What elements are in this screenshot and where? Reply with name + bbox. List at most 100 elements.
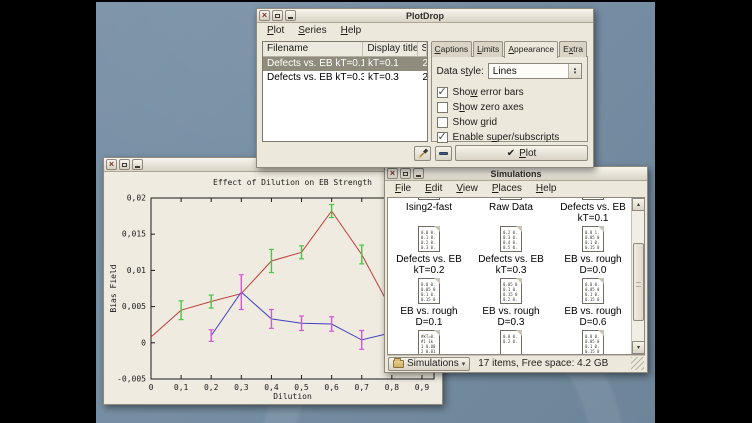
checkbox-row[interactable]: Enable super/subscripts (437, 130, 582, 145)
x-tick-label: 0,7 (355, 383, 370, 392)
resize-grip[interactable] (631, 357, 644, 370)
scroll-up-icon[interactable]: ▴ (632, 198, 645, 211)
chart-series-red-line (151, 211, 386, 337)
file-item[interactable]: 0.2 0. 0.3 0. 0.4 0. 0.5 0. Raw Data (470, 198, 552, 224)
tab-extra[interactable]: Extra (559, 41, 587, 57)
window-title: PlotDrop (257, 11, 593, 21)
x-tick-label: 0,3 (234, 383, 249, 392)
simulations-menu-view[interactable]: View (449, 183, 485, 194)
checkbox-row[interactable]: Show error bars (437, 85, 582, 100)
file-item[interactable]: 0.0 0. 0.05 0 0.1 0. 0.15 0 EB vs. rough … (552, 276, 631, 328)
checkbox-checked-icon[interactable] (437, 132, 448, 143)
file-view: 0.0 0. 0.1 0. 0.2 0. 0.3 0.Ising2-fast0.… (387, 197, 645, 355)
maximize-icon[interactable] (119, 159, 130, 170)
simulations-menu-edit[interactable]: Edit (418, 183, 449, 194)
plotdrop-menubar: PlotSeriesHelp (257, 23, 593, 38)
vertical-scrollbar[interactable]: ▴ ▾ (631, 198, 644, 354)
document-icon: 0.0 0. 0.05 0 0.1 0. 0.15 0 (418, 278, 440, 304)
x-tick-label: 0,6 (324, 383, 339, 392)
tab-captions[interactable]: Captions (431, 41, 473, 57)
tab-appearance[interactable]: Appearance (504, 41, 558, 58)
chevron-down-icon: ▾ (462, 360, 466, 368)
document-icon: 0.0 1. 0.05 0 0.1 0. 0.15 0 (582, 226, 604, 252)
close-icon[interactable]: × (259, 10, 270, 21)
document-preview: 0.0 0. 0.05 0 0.1 0. 0.15 0 (583, 331, 603, 354)
close-icon[interactable]: × (387, 168, 398, 179)
column-header-series[interactable]: Series (418, 42, 427, 56)
scroll-down-icon[interactable]: ▾ (632, 341, 645, 354)
file-label: EB vs. rough D=0.6 (564, 306, 621, 328)
file-item[interactable]: 0.2 0. 0.3 0. 0.4 0. 0.5 0.Defects vs. E… (470, 224, 552, 276)
y-tick-label: -0,005 (117, 375, 146, 384)
column-header-display-title[interactable]: Display title (363, 42, 417, 56)
file-row[interactable]: Defects vs. EB kT=0.1kT=0.12 (263, 57, 427, 71)
file-item[interactable]: 0.0 1. 0.05 0 0.1 0. 0.15 0 EB vs. rough … (552, 224, 631, 276)
simulations-menubar: FileEditViewPlacesHelp (385, 181, 647, 196)
file-cell: kT=0.3 (364, 71, 419, 85)
chart-title: Effect of Dilution on EB Strength (213, 178, 372, 187)
column-header-filename[interactable]: Filename (263, 42, 363, 56)
spinner-arrows-icon[interactable]: ▴▾ (568, 64, 581, 78)
minimize-icon[interactable] (132, 159, 143, 170)
plotdrop-menu-plot[interactable]: Plot (260, 25, 291, 36)
file-item[interactable]: 0.0 0. 0.05 0 0.1 0. 0.15 0EB vs. rough … (388, 276, 470, 328)
y-axis-label: Bias Field (109, 264, 118, 312)
simulations-menu-help[interactable]: Help (529, 183, 564, 194)
errorbars-blue-line (209, 275, 365, 350)
file-label: Raw Data (489, 202, 533, 213)
file-label: EB vs. rough D=0.3 (482, 306, 539, 328)
plotdrop-titlebar[interactable]: × PlotDrop (257, 9, 593, 23)
file-label: EB vs. rough D=0.1 (400, 306, 457, 328)
minus-icon (439, 152, 448, 155)
document-icon: 0.2 0. 0.3 0. 0.4 0. 0.5 0. (500, 198, 522, 200)
data-style-label: Data style: (437, 66, 484, 77)
data-style-select[interactable]: Lines ▴▾ (488, 63, 582, 79)
y-tick-label: 0,02 (127, 194, 146, 203)
file-item[interactable]: 0.05 0 0.1 0. 0.15 0 0.2 0.EB vs. rough … (470, 276, 552, 328)
simulations-menu-places[interactable]: Places (485, 183, 529, 194)
file-list[interactable]: Filename Display title Series Defects vs… (262, 41, 428, 142)
file-cell: Defects vs. EB kT=0.1 (263, 57, 364, 71)
plot-button[interactable]: ✔ Plot (455, 145, 588, 161)
checkbox-unchecked-icon[interactable] (437, 102, 448, 113)
maximize-icon[interactable] (272, 10, 283, 21)
tab-limits[interactable]: Limits (473, 41, 503, 57)
simulations-menu-file[interactable]: File (388, 183, 418, 194)
file-item[interactable]: 0.0 0. 0.2 0.XEB vs. rough (470, 328, 552, 354)
simulations-titlebar[interactable]: × Simulations (385, 167, 647, 181)
plotdrop-menu-series[interactable]: Series (291, 25, 333, 36)
checkbox-checked-icon[interactable] (437, 87, 448, 98)
checkbox-unchecked-icon[interactable] (437, 117, 448, 128)
minimize-icon[interactable] (285, 10, 296, 21)
document-icon: #kT=0. #1 1k 1 0.00 2 0.01 (418, 330, 440, 354)
file-item[interactable]: 0.0 1. 0.05 0 0.1 0. 0.15 0Defects vs. E… (552, 198, 631, 224)
minimize-icon[interactable] (413, 168, 424, 179)
plotdrop-menu-help[interactable]: Help (334, 25, 369, 36)
file-list-header: Filename Display title Series (263, 42, 427, 57)
maximize-icon[interactable] (400, 168, 411, 179)
file-cell: kT=0.1 (364, 57, 419, 71)
location-dropdown[interactable]: Simulations ▾ (388, 357, 470, 371)
file-cell: 2 (419, 71, 427, 85)
scrollbar-thumb[interactable] (633, 243, 644, 321)
document-preview: 0.0 0. 0.05 0 0.1 0. 0.15 0 (583, 279, 603, 302)
checkbox-label: Show grid (453, 117, 497, 128)
file-viewport[interactable]: 0.0 0. 0.1 0. 0.2 0. 0.3 0.Ising2-fast0.… (388, 198, 631, 354)
document-icon: 0.0 0. 0.2 0. (500, 330, 522, 354)
close-icon[interactable]: × (106, 159, 117, 170)
checkbox-row[interactable]: Show zero axes (437, 100, 582, 115)
file-label: Defects vs. EB kT=0.3 (478, 254, 544, 276)
checkbox-row[interactable]: Show grid (437, 115, 582, 130)
file-label: EB vs. rough D=0.0 (564, 254, 621, 276)
y-tick-label: 0,01 (127, 266, 146, 275)
file-item[interactable]: 0.0 0. 0.1 0. 0.2 0. 0.3 0.Ising2-fast (388, 198, 470, 224)
checkbox-label: Enable super/subscripts (453, 132, 560, 143)
file-item[interactable]: 0.0 0. 0.1 0. 0.2 0. 0.3 0.Defects vs. E… (388, 224, 470, 276)
remove-button[interactable] (435, 146, 452, 161)
document-icon: 0.0 1. 0.05 0 0.1 0. 0.15 0 (582, 198, 604, 200)
file-item[interactable]: #kT=0. #1 1k 1 0.00 2 0.01Layer vs. EB (388, 328, 470, 354)
file-item[interactable]: 0.0 0. 0.05 0 0.1 0. 0.15 0XEB vs. rough (552, 328, 631, 354)
file-row[interactable]: Defects vs. EB kT=0.3kT=0.32 (263, 71, 427, 85)
clear-list-button[interactable] (414, 146, 431, 161)
document-preview: 0.0 1. 0.05 0 0.1 0. 0.15 0 (583, 227, 603, 250)
